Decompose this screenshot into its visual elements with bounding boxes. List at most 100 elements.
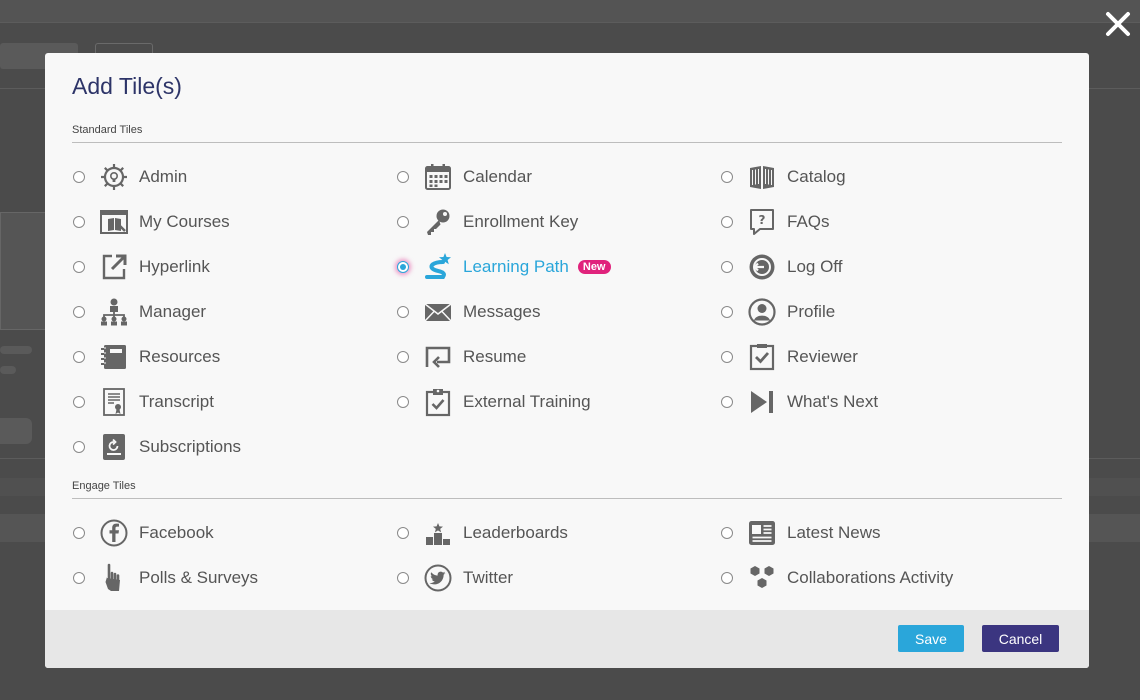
faq-icon: ?	[747, 207, 777, 237]
tile-label: Manager	[139, 301, 207, 321]
tile-label: Latest News	[787, 522, 881, 542]
cancel-button[interactable]: Cancel	[982, 625, 1059, 652]
certificate-icon	[99, 387, 129, 417]
dialog-title: Add Tile(s)	[72, 73, 182, 99]
tile-radio[interactable]	[397, 526, 409, 539]
tile-radio[interactable]	[397, 350, 409, 363]
tile-label: Subscriptions	[139, 436, 242, 456]
tile-label: Messages	[463, 301, 541, 321]
new-badge: New	[577, 259, 611, 274]
tile-option-polls-and-surveys[interactable]: Polls & Surveys	[72, 555, 396, 600]
tile-radio[interactable]	[721, 260, 733, 273]
clipboard-check-icon	[423, 387, 453, 417]
log-off-icon	[747, 252, 777, 282]
admin-gear-icon	[99, 162, 129, 192]
tile-option-resume[interactable]: Resume	[396, 334, 720, 379]
tile-label: FAQs	[787, 211, 830, 231]
tile-label: Transcript	[139, 391, 214, 411]
tile-option-transcript[interactable]: Transcript	[72, 379, 396, 424]
tile-option-hyperlink[interactable]: Hyperlink	[72, 244, 396, 289]
tile-option-latest-news[interactable]: Latest News	[720, 510, 1062, 555]
tile-radio[interactable]	[73, 305, 85, 318]
save-button[interactable]: Save	[898, 625, 964, 652]
tile-radio[interactable]	[397, 215, 409, 228]
tile-option-admin[interactable]: Admin	[72, 154, 396, 199]
background-bar	[0, 346, 32, 354]
tile-radio[interactable]	[73, 571, 85, 584]
tile-label: Admin	[139, 166, 188, 186]
tile-radio[interactable]	[397, 305, 409, 318]
tile-radio[interactable]	[73, 440, 85, 453]
background-pill	[0, 418, 32, 444]
tile-radio[interactable]	[721, 305, 733, 318]
resume-icon	[423, 342, 453, 372]
tile-option-messages[interactable]: Messages	[396, 289, 720, 334]
tile-option-facebook[interactable]: Facebook	[72, 510, 396, 555]
standard-tiles-grid: Admin Calendar Catalog My Courses Enrollment…	[72, 154, 1062, 469]
tile-label: Log Off	[787, 256, 843, 276]
tile-option-learning-path[interactable]: Learning Path New	[396, 244, 720, 289]
next-track-icon	[747, 387, 777, 417]
engage-tiles-grid: Facebook Leaderboards Latest News Polls & S…	[72, 510, 1062, 600]
tile-radio[interactable]	[73, 260, 85, 273]
profile-icon	[747, 297, 777, 327]
tile-option-manager[interactable]: Manager	[72, 289, 396, 334]
tile-radio[interactable]	[397, 571, 409, 584]
tile-label: What's Next	[787, 391, 879, 411]
tile-option-calendar[interactable]: Calendar	[396, 154, 720, 199]
tile-radio[interactable]	[73, 215, 85, 228]
tile-radio[interactable]	[721, 170, 733, 183]
tile-radio[interactable]	[397, 395, 409, 408]
leaderboard-icon	[423, 518, 453, 548]
tile-radio[interactable]	[397, 260, 409, 273]
twitter-icon	[423, 563, 453, 593]
tile-option-profile[interactable]: Profile	[720, 289, 1062, 334]
tile-option-enrollment-key[interactable]: Enrollment Key	[396, 199, 720, 244]
tile-option-my-courses[interactable]: My Courses	[72, 199, 396, 244]
close-icon[interactable]	[1102, 8, 1134, 40]
tile-label: Twitter	[463, 567, 514, 587]
learning-path-icon	[423, 252, 453, 282]
org-chart-icon	[99, 297, 129, 327]
collaboration-hex-icon	[747, 563, 777, 593]
facebook-icon	[99, 518, 129, 548]
key-icon	[423, 207, 453, 237]
tile-option-collaborations-activity[interactable]: Collaborations Activity	[720, 555, 1062, 600]
book-icon	[747, 162, 777, 192]
tile-option-resources[interactable]: Resources	[72, 334, 396, 379]
calendar-icon	[423, 162, 453, 192]
tile-radio[interactable]	[721, 350, 733, 363]
tile-option-twitter[interactable]: Twitter	[396, 555, 720, 600]
tile-radio[interactable]	[397, 170, 409, 183]
tile-radio[interactable]	[721, 395, 733, 408]
section-heading-standard: Standard Tiles	[72, 124, 1062, 143]
tile-radio[interactable]	[73, 526, 85, 539]
tile-label: Profile	[787, 301, 836, 321]
tile-label: Collaborations Activity	[787, 567, 954, 587]
tile-option-faqs[interactable]: ? FAQs	[720, 199, 1062, 244]
tile-label: My Courses	[139, 211, 230, 231]
tile-option-catalog[interactable]: Catalog	[720, 154, 1062, 199]
background-topbar	[0, 0, 1140, 23]
my-courses-icon	[99, 207, 129, 237]
envelope-icon	[423, 297, 453, 327]
add-tiles-dialog: Add Tile(s) Standard Tiles Admin Calendar…	[45, 53, 1089, 668]
tile-label: Catalog	[787, 166, 846, 186]
tile-label: Reviewer	[787, 346, 858, 366]
tile-option-what-s-next[interactable]: What's Next	[720, 379, 1062, 424]
tile-radio[interactable]	[721, 526, 733, 539]
tile-option-subscriptions[interactable]: Subscriptions	[72, 424, 396, 469]
tile-option-leaderboards[interactable]: Leaderboards	[396, 510, 720, 555]
notebook-icon	[99, 342, 129, 372]
tile-radio[interactable]	[73, 395, 85, 408]
tile-radio[interactable]	[73, 350, 85, 363]
tile-option-reviewer[interactable]: Reviewer	[720, 334, 1062, 379]
poll-hand-icon	[99, 563, 129, 593]
news-icon	[747, 518, 777, 548]
tile-radio[interactable]	[73, 170, 85, 183]
tile-option-log-off[interactable]: Log Off	[720, 244, 1062, 289]
tile-radio[interactable]	[721, 215, 733, 228]
tile-radio[interactable]	[721, 571, 733, 584]
tile-option-external-training[interactable]: External Training	[396, 379, 720, 424]
section-heading-engage: Engage Tiles	[72, 480, 1062, 499]
